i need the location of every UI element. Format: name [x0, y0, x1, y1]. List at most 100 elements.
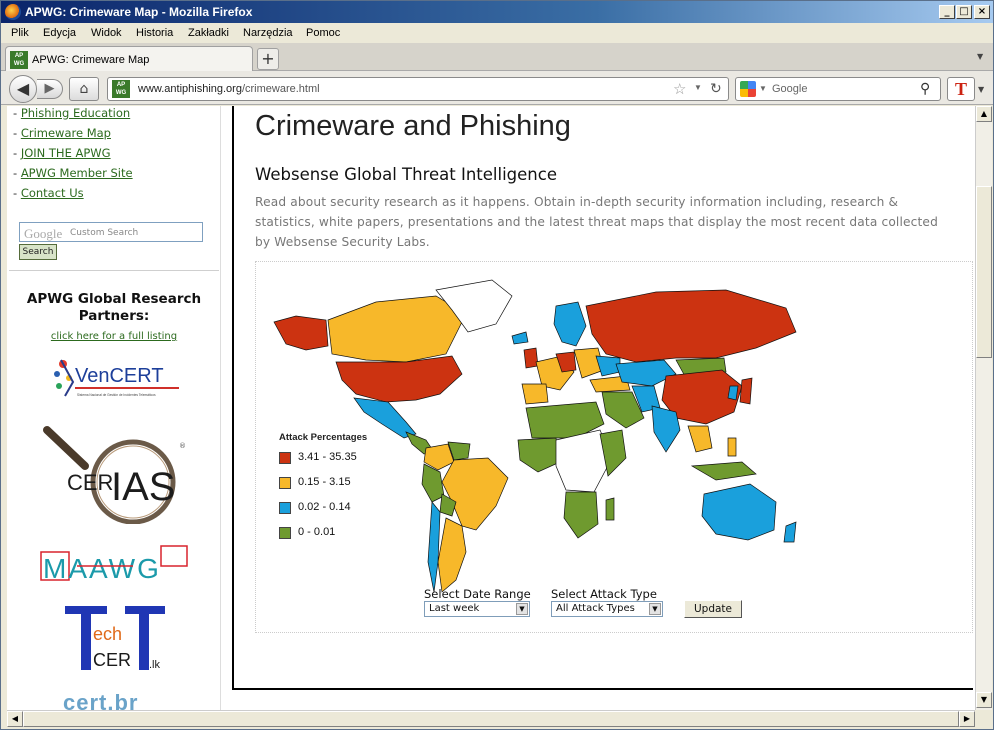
menu-bar: Plik Edycja Widok Historia Zakładki Narz… — [1, 23, 993, 43]
maawg-logo[interactable]: MAAWG — [37, 544, 193, 584]
firefox-icon — [5, 4, 21, 20]
translate-addon-icon[interactable]: T — [947, 77, 975, 101]
tab-crimeware-map[interactable]: AP WG APWG: Crimeware Map — [5, 46, 253, 72]
menu-plik[interactable]: Plik — [11, 27, 29, 39]
techcert-text-3: .lk — [149, 659, 161, 671]
map-region-iceland — [511, 331, 529, 345]
vertical-scrollbar[interactable]: ▲ ▼ — [975, 106, 992, 710]
date-range-label: Select Date Range — [424, 587, 531, 601]
map-region-brazil — [441, 457, 509, 531]
search-input[interactable]: Google — [772, 83, 807, 95]
site-identity-icon[interactable]: AP WG — [112, 80, 130, 98]
close-button[interactable]: × — [974, 5, 990, 19]
date-range-select[interactable]: Last week ▼ — [424, 601, 530, 617]
vencert-logo[interactable]: VenCERT Sistema Nacional de Gestión de I… — [47, 352, 187, 402]
map-region-southern-africa — [563, 491, 599, 539]
page-title: Crimeware and Phishing — [255, 110, 571, 142]
url-text[interactable]: www.antiphishing.org/crimeware.html — [138, 83, 320, 95]
techcert-logo[interactable]: ech CER .lk — [63, 604, 167, 674]
bookmark-star-icon[interactable]: ☆ — [673, 80, 686, 98]
cerias-logo-main: IAS — [111, 465, 175, 509]
reload-icon[interactable]: ↻ — [710, 80, 722, 97]
horizontal-scroll-thumb[interactable] — [23, 711, 959, 727]
sidebar-item-member-site: - APWG Member Site — [13, 166, 133, 180]
vertical-scroll-thumb[interactable] — [976, 186, 992, 358]
engine-dropdown-icon[interactable]: ▼ — [759, 84, 767, 93]
legend-swatch — [279, 477, 291, 489]
sidebar-search-button[interactable]: Search — [19, 244, 57, 260]
menu-narzedzia[interactable]: Narzędzia — [243, 27, 293, 39]
horizontal-scrollbar[interactable]: ◀ ▶ — [7, 710, 975, 727]
legend-swatch — [279, 502, 291, 514]
map-region-russia — [585, 289, 797, 363]
map-region-west-africa — [517, 437, 561, 473]
sidebar-item-crimeware-map: - Crimeware Map — [13, 126, 111, 140]
legend-label: 0.15 - 3.15 — [298, 476, 351, 488]
menu-pomoc[interactable]: Pomoc — [306, 27, 340, 39]
url-bar[interactable]: AP WG www.antiphishing.org/crimeware.htm… — [107, 77, 729, 101]
window-title: APWG: Crimeware Map - Mozilla Firefox — [25, 5, 253, 19]
addon-dropdown-icon[interactable]: ▼ — [978, 85, 984, 94]
map-region-scandinavia — [553, 301, 587, 347]
legend-item: 0.15 - 3.15 — [279, 476, 367, 502]
attack-type-select[interactable]: All Attack Types ▼ — [551, 601, 663, 617]
legend-swatch — [279, 527, 291, 539]
tab-list-icon[interactable]: ▼ — [977, 52, 983, 61]
legend-title: Attack Percentages — [279, 432, 368, 443]
tab-bar: AP WG APWG: Crimeware Map + ▼ — [1, 43, 993, 72]
sidebar-item-phishing-education: - Phishing Education — [13, 106, 131, 120]
phishing-education-link[interactable]: Phishing Education — [21, 106, 130, 120]
left-sidebar: - Phishing Education - Crimeware Map - J… — [7, 106, 221, 710]
certbr-logo[interactable]: cert.br — [63, 690, 173, 710]
search-icon[interactable]: ⚲ — [920, 80, 930, 97]
new-tab-button[interactable]: + — [257, 48, 279, 70]
join-apwg-link[interactable]: JOIN THE APWG — [21, 146, 111, 160]
legend-label: 3.41 - 35.35 — [298, 451, 357, 463]
date-range-value: Last week — [429, 603, 480, 614]
menu-edycja[interactable]: Edycja — [43, 27, 76, 39]
google-engine-icon[interactable] — [740, 81, 756, 97]
scroll-up-icon[interactable]: ▲ — [976, 106, 992, 122]
map-region-australia — [701, 483, 777, 541]
techcert-text-2: CER — [93, 650, 131, 670]
menu-historia[interactable]: Historia — [136, 27, 173, 39]
google-logo: Google — [24, 226, 63, 241]
cerias-logo-prefix: CER — [67, 470, 113, 495]
map-region-uk — [523, 347, 539, 369]
browser-window: APWG: Crimeware Map - Mozilla Firefox _ … — [0, 0, 994, 730]
minimize-button[interactable]: _ — [939, 5, 955, 19]
map-region-alaska — [273, 315, 329, 351]
home-button[interactable]: ⌂ — [69, 77, 99, 101]
legend-item: 3.41 - 35.35 — [279, 451, 367, 477]
history-dropdown-icon[interactable]: ▼ — [694, 83, 702, 92]
scroll-right-icon[interactable]: ▶ — [959, 711, 975, 727]
legend-item: 0 - 0.01 — [279, 526, 367, 552]
maximize-button[interactable]: □ — [956, 5, 972, 19]
legend-swatch — [279, 452, 291, 464]
scroll-down-icon[interactable]: ▼ — [976, 692, 992, 708]
cerias-logo[interactable]: CER IAS ® — [41, 426, 191, 524]
crimeware-map: Attack Percentages 3.41 - 35.35 0.15 - 3… — [255, 261, 973, 633]
menu-zakladki[interactable]: Zakładki — [188, 27, 229, 39]
update-button[interactable]: Update — [684, 600, 742, 618]
full-listing-link[interactable]: click here for a full listing — [7, 331, 221, 342]
legend-label: 0.02 - 0.14 — [298, 501, 351, 513]
navigation-toolbar: ◀ ▶ ⌂ AP WG www.antiphishing.org/crimewa… — [1, 71, 993, 105]
search-bar[interactable]: ▼ Google ⚲ — [735, 77, 941, 101]
member-site-link[interactable]: APWG Member Site — [21, 166, 133, 180]
chevron-down-icon[interactable]: ▼ — [516, 603, 528, 615]
map-region-peru — [421, 463, 445, 503]
forward-button[interactable]: ▶ — [37, 79, 63, 99]
contact-us-link[interactable]: Contact Us — [21, 186, 84, 200]
custom-search-placeholder: Custom Search — [70, 228, 139, 238]
partners-title: APWG Global Research Partners: — [26, 291, 202, 324]
chevron-down-icon[interactable]: ▼ — [649, 603, 661, 615]
attack-type-value: All Attack Types — [556, 603, 635, 614]
map-region-japan — [739, 377, 753, 405]
menu-widok[interactable]: Widok — [91, 27, 122, 39]
apwg-favicon: AP WG — [10, 51, 28, 69]
crimeware-map-link[interactable]: Crimeware Map — [21, 126, 111, 140]
custom-search-input[interactable]: Google Custom Search — [19, 222, 203, 242]
back-button[interactable]: ◀ — [9, 75, 37, 103]
scroll-left-icon[interactable]: ◀ — [7, 711, 23, 727]
